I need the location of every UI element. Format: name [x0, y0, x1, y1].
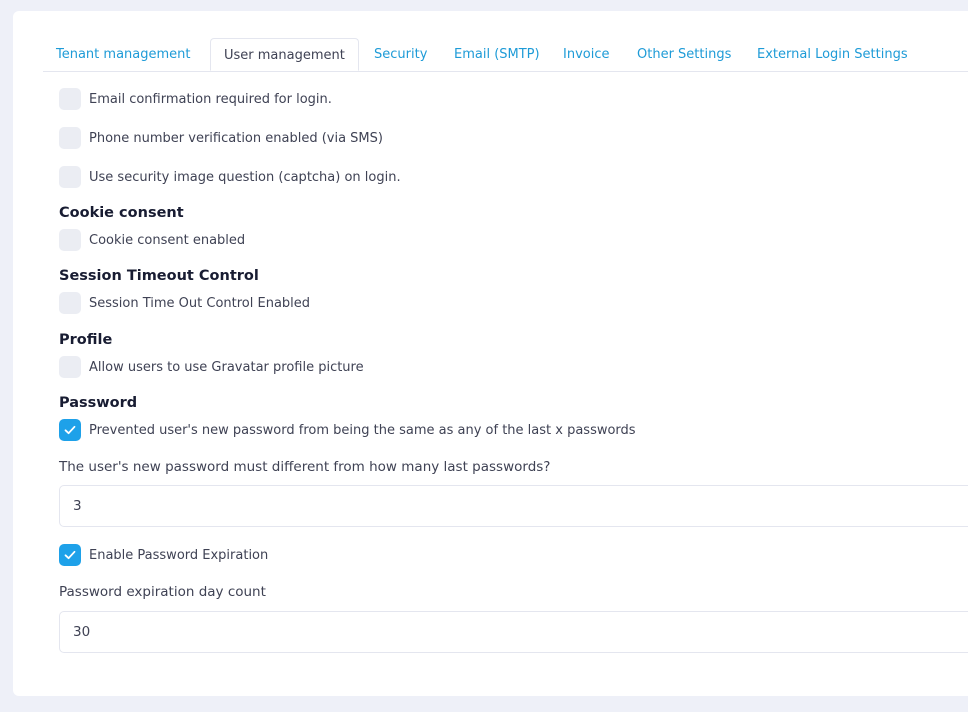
check-icon: [64, 425, 76, 435]
session-timeout-row[interactable]: Session Time Out Control Enabled: [59, 292, 310, 314]
cookie-consent-label: Cookie consent enabled: [89, 232, 246, 248]
captcha-row[interactable]: Use security image question (captcha) on…: [59, 166, 401, 188]
settings-card: Tenant management User management Securi…: [13, 11, 968, 696]
prevent-reuse-label: Prevented user's new password from being…: [89, 422, 636, 438]
tab-security[interactable]: Security: [374, 38, 427, 71]
expiration-days-input[interactable]: [59, 611, 968, 653]
password-expiration-checkbox[interactable]: [59, 544, 81, 566]
tab-user-management[interactable]: User management: [210, 38, 359, 71]
email-confirmation-label: Email confirmation required for login.: [89, 91, 332, 107]
tab-email-smtp[interactable]: Email (SMTP): [454, 38, 540, 71]
gravatar-label: Allow users to use Gravatar profile pict…: [89, 359, 364, 375]
tab-external-login-settings[interactable]: External Login Settings: [757, 38, 908, 71]
phone-verification-checkbox[interactable]: [59, 127, 81, 149]
tab-tenant-management[interactable]: Tenant management: [56, 38, 191, 71]
password-expiration-row[interactable]: Enable Password Expiration: [59, 544, 268, 566]
session-timeout-heading: Session Timeout Control: [59, 268, 259, 284]
tab-invoice[interactable]: Invoice: [563, 38, 609, 71]
profile-heading: Profile: [59, 332, 113, 348]
prevent-reuse-checkbox[interactable]: [59, 419, 81, 441]
session-timeout-checkbox[interactable]: [59, 292, 81, 314]
last-passwords-input[interactable]: [59, 485, 968, 527]
session-timeout-label: Session Time Out Control Enabled: [89, 295, 311, 311]
email-confirmation-checkbox[interactable]: [59, 88, 81, 110]
last-passwords-label: The user's new password must different f…: [59, 459, 551, 475]
cookie-consent-checkbox[interactable]: [59, 229, 81, 251]
expiration-days-label: Password expiration day count: [59, 584, 266, 600]
password-heading: Password: [59, 395, 138, 411]
gravatar-checkbox[interactable]: [59, 356, 81, 378]
captcha-checkbox[interactable]: [59, 166, 81, 188]
phone-verification-label: Phone number verification enabled (via S…: [89, 130, 383, 146]
settings-tabs: Tenant management User management Securi…: [43, 38, 968, 72]
password-expiration-label: Enable Password Expiration: [89, 547, 269, 563]
phone-verification-row[interactable]: Phone number verification enabled (via S…: [59, 127, 383, 149]
prevent-reuse-row[interactable]: Prevented user's new password from being…: [59, 419, 636, 441]
check-icon: [64, 550, 76, 560]
captcha-label: Use security image question (captcha) on…: [89, 169, 401, 185]
gravatar-row[interactable]: Allow users to use Gravatar profile pict…: [59, 356, 364, 378]
tab-other-settings[interactable]: Other Settings: [637, 38, 731, 71]
cookie-consent-row[interactable]: Cookie consent enabled: [59, 229, 245, 251]
email-confirmation-row[interactable]: Email confirmation required for login.: [59, 88, 332, 110]
cookie-consent-heading: Cookie consent: [59, 205, 184, 221]
